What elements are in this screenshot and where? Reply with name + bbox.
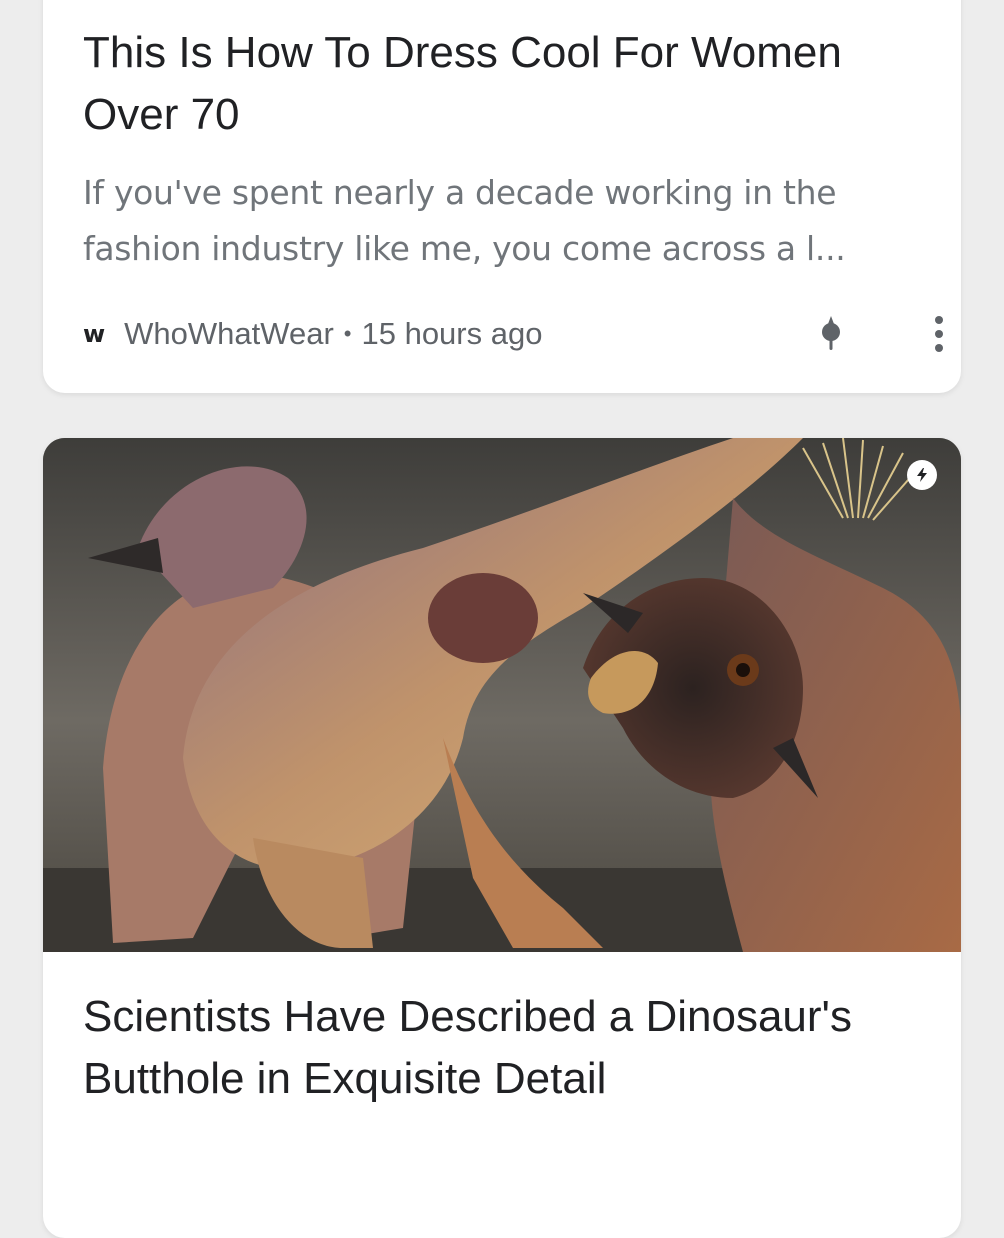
publish-time: 15 hours ago xyxy=(361,316,543,351)
card-title[interactable]: This Is How To Dress Cool For Women Over… xyxy=(83,22,903,146)
more-vert-icon[interactable] xyxy=(919,312,959,356)
card-snippet: If you've spent nearly a decade working … xyxy=(83,173,846,268)
news-card[interactable]: This Is How To Dress Cool For Women Over… xyxy=(43,0,961,393)
meta-separator: • xyxy=(343,321,352,346)
pin-icon[interactable] xyxy=(811,312,851,356)
amp-lightning-icon xyxy=(907,460,937,490)
article-image[interactable] xyxy=(43,438,961,952)
card-title[interactable]: Scientists Have Described a Dinosaur's B… xyxy=(83,986,903,1110)
news-card[interactable]: Scientists Have Described a Dinosaur's B… xyxy=(43,438,961,1238)
source-name[interactable]: WhoWhatWear xyxy=(124,316,334,352)
card-meta: w WhoWhatWear • 15 hours ago xyxy=(83,312,943,356)
source-logo: w xyxy=(83,320,105,348)
